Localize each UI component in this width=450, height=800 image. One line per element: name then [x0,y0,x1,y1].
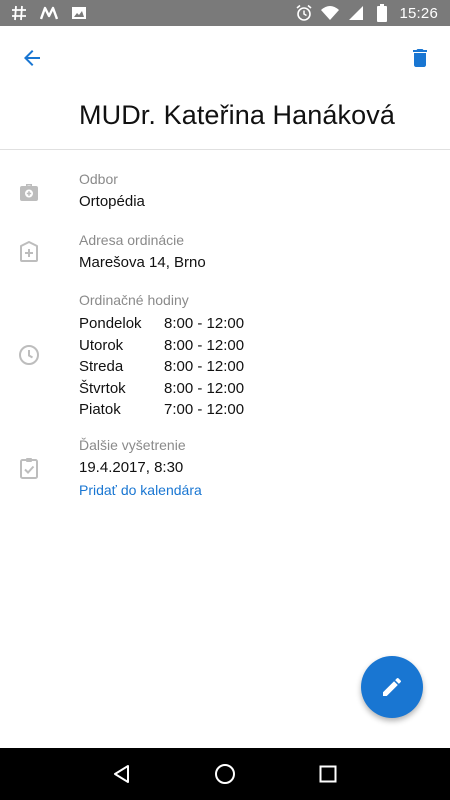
circle-home-icon [214,764,235,784]
hospital-plus-icon [16,239,42,265]
square-recents-icon [319,765,337,783]
hashtag-icon [10,4,28,22]
nav-home-button[interactable] [205,754,245,794]
hours-time: 8:00 - 12:00 [164,336,245,354]
triangle-back-icon [113,765,129,783]
nav-recents-button[interactable] [308,754,348,794]
hours-day: Štvrtok [79,379,126,397]
hours-row: Štvrtok 8:00 - 12:00 [79,378,244,400]
system-nav-bar [0,748,450,800]
pencil-icon [383,677,402,696]
image-icon [70,4,88,22]
office-hours-table: Pondelok 8:00 - 12:00 Utorok 8:00 - 12:0… [79,313,244,421]
hours-row: Utorok 8:00 - 12:00 [79,335,244,357]
page-title: MUDr. Kateřina Hanáková [79,100,395,130]
app-bar: MUDr. Kateřina Hanáková [0,26,450,150]
trash-icon [413,49,427,67]
hours-row: Piatok 7:00 - 12:00 [79,399,244,421]
address-label: Adresa ordinácie [79,232,185,248]
status-time: 15:26 [399,4,438,22]
hours-row: Streda 8:00 - 12:00 [79,356,244,378]
department-value: Ortopédia [79,193,145,210]
nav-back-button[interactable] [102,754,142,794]
back-button[interactable] [14,40,50,76]
medical-bag-icon [16,179,42,205]
hours-time: 8:00 - 12:00 [164,379,245,397]
hours-time: 7:00 - 12:00 [164,401,245,419]
add-to-calendar-link[interactable]: Pridať do kalendára [79,482,202,498]
hours-day: Utorok [79,336,124,354]
arrow-left-icon [24,50,40,66]
edit-button[interactable] [361,656,423,718]
office-hours-label: Ordinačné hodiny [79,292,189,308]
address-value: Marešova 14, Brno [79,254,206,271]
clipboard-check-icon [16,455,42,481]
clock-icon [16,342,42,368]
signal-icon [347,4,365,22]
battery-icon [373,4,391,22]
status-bar: 15:26 [0,0,450,26]
alarm-icon [295,4,313,22]
hours-day: Pondelok [79,315,142,333]
m-app-icon [40,4,58,22]
wifi-icon [321,4,340,22]
delete-button[interactable] [402,40,438,76]
hours-day: Piatok [79,401,121,419]
hours-row: Pondelok 8:00 - 12:00 [79,313,244,335]
hours-time: 8:00 - 12:00 [164,315,245,333]
next-exam-label: Ďalšie vyšetrenie [79,437,186,453]
hours-day: Streda [79,358,124,376]
next-exam-value: 19.4.2017, 8:30 [79,459,184,476]
department-label: Odbor [79,171,118,187]
hours-time: 8:00 - 12:00 [164,358,245,376]
